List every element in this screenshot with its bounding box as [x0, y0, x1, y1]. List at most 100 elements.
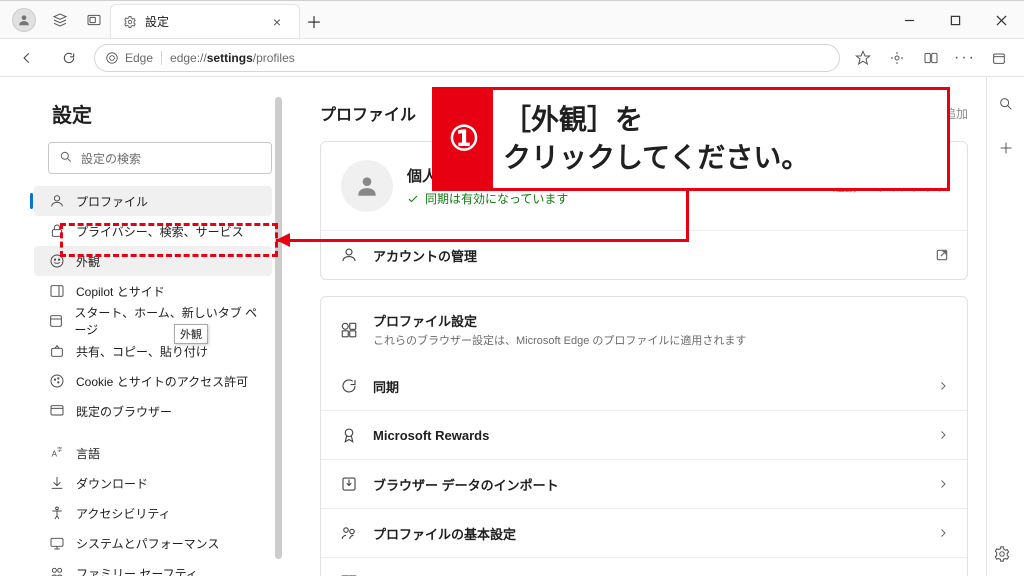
accessibility-icon	[48, 504, 66, 522]
lock-icon	[48, 222, 66, 240]
settings-row-import[interactable]: ブラウザー データのインポート	[321, 459, 967, 508]
family-icon	[48, 564, 66, 576]
sidebar-settings-gear[interactable]	[993, 545, 1011, 566]
minimize-button[interactable]	[886, 1, 932, 39]
home-icon	[48, 312, 64, 330]
settings-title: 設定	[52, 99, 272, 128]
sidebar-item-system[interactable]: システムとパフォーマンス	[34, 528, 272, 558]
refresh-button[interactable]	[52, 44, 86, 72]
rewards-icon	[339, 425, 359, 445]
sidebar-item-label: 外観	[76, 253, 100, 270]
annotation-connector-vertical	[686, 191, 689, 242]
sidebar-item-lock[interactable]: プライバシー、検索、サービス	[34, 216, 272, 246]
annotation-connector-horizontal	[276, 239, 688, 242]
profile-icon	[48, 192, 66, 210]
chevron-right-icon	[937, 478, 949, 490]
site-identity[interactable]: Edge	[105, 51, 162, 65]
download-icon	[48, 474, 66, 492]
sidebar-item-accessibility[interactable]: アクセシビリティ	[34, 498, 272, 528]
profile-avatar-button[interactable]	[12, 8, 36, 32]
sidebar-icon	[48, 282, 66, 300]
site-identity-label: Edge	[125, 51, 153, 65]
chevron-right-icon	[937, 429, 949, 441]
workspaces-icon[interactable]	[50, 10, 70, 30]
sidebar-item-label: ファミリー セーフティ	[76, 565, 198, 576]
sidebar-item-label: プライバシー、検索、サービス	[76, 223, 244, 240]
sidebar-item-label: システムとパフォーマンス	[76, 535, 219, 552]
sidebar-item-label: ダウンロード	[76, 475, 148, 492]
close-window-button[interactable]	[978, 1, 1024, 39]
sidebar-item-download[interactable]: ダウンロード	[34, 468, 272, 498]
sidebar-add-icon[interactable]	[993, 135, 1019, 161]
search-icon	[59, 150, 73, 167]
close-tab-button[interactable]: ×	[267, 12, 287, 32]
collections-button[interactable]	[984, 44, 1014, 72]
tab-label: 設定	[145, 13, 259, 30]
search-placeholder: 設定の検索	[81, 150, 141, 167]
account-manage-row[interactable]: アカウントの管理	[321, 230, 967, 279]
sync-icon	[339, 376, 359, 396]
settings-search[interactable]: 設定の検索	[48, 142, 272, 174]
sidebar: 設定 設定の検索 プロファイルプライバシー、検索、サービス外観Copilot と…	[0, 77, 280, 576]
sidebar-item-profile[interactable]: プロファイル	[34, 186, 272, 216]
url-text: edge://settings/profiles	[170, 51, 295, 65]
external-link-icon	[935, 248, 949, 262]
profile-large-avatar	[341, 160, 393, 212]
system-icon	[48, 534, 66, 552]
settings-row-rewards[interactable]: Microsoft Rewards	[321, 410, 967, 459]
split-screen-button[interactable]	[916, 44, 946, 72]
sidebar-item-browser[interactable]: 既定のブラウザー	[34, 396, 272, 426]
cookie-icon	[48, 372, 66, 390]
settings-row-sync[interactable]: 同期	[321, 362, 967, 410]
sidebar-item-label: 言語	[76, 445, 100, 462]
sidebar-item-sidebar[interactable]: Copilot とサイド	[34, 276, 272, 306]
extensions-button[interactable]	[882, 44, 912, 72]
sidebar-item-family[interactable]: ファミリー セーフティ	[34, 558, 272, 576]
sidebar-item-cookie[interactable]: Cookie とサイトのアクセス許可	[34, 366, 272, 396]
browser-tab-settings[interactable]: 設定 ×	[110, 4, 300, 38]
side-strip	[986, 77, 1024, 576]
page-title: プロファイル	[320, 101, 416, 125]
profile-settings-icon	[339, 320, 359, 340]
url-field[interactable]: Edge edge://settings/profiles	[94, 44, 840, 72]
profile-settings-header: プロファイル設定 これらのブラウザー設定は、Microsoft Edge のプロ…	[321, 297, 967, 362]
sidebar-item-label: Copilot とサイド	[76, 283, 165, 300]
gear-icon	[123, 15, 137, 29]
sidebar-item-share[interactable]: 共有、コピー、貼り付け	[34, 336, 272, 366]
sidebar-search-icon[interactable]	[993, 91, 1019, 117]
tab-actions-icon[interactable]	[84, 10, 104, 30]
sidebar-item-home[interactable]: スタート、ホーム、新しいタブ ページ	[34, 306, 272, 336]
sidebar-item-label: スタート、ホーム、新しいタブ ページ	[74, 304, 262, 338]
sidebar-item-label: アクセシビリティ	[76, 505, 171, 522]
back-button[interactable]	[10, 44, 44, 72]
tooltip: 外観	[174, 324, 208, 344]
sidebar-item-appearance[interactable]: 外観	[34, 246, 272, 276]
language-icon: A字	[48, 444, 66, 462]
sidebar-item-label: 共有、コピー、貼り付け	[76, 343, 208, 360]
annotation-callout: ① ［外観］をクリックしてください。	[432, 87, 950, 191]
svg-text:字: 字	[57, 446, 62, 454]
share-icon	[48, 342, 66, 360]
title-bar: 設定 × ＋	[0, 1, 1024, 39]
import-icon	[339, 474, 359, 494]
sidebar-item-language[interactable]: A字言語	[34, 438, 272, 468]
account-icon	[339, 245, 359, 265]
windows-icon	[339, 572, 359, 576]
settings-row-windows[interactable]: 閲覧データを他の Windows 機能と共有する	[321, 557, 967, 576]
maximize-button[interactable]	[932, 1, 978, 39]
chevron-right-icon	[937, 380, 949, 392]
annotation-step-badge: ①	[435, 90, 493, 188]
annotation-text: ［外観］をクリックしてください。	[493, 90, 947, 188]
sidebar-item-label: プロファイル	[76, 193, 148, 210]
new-tab-button[interactable]: ＋	[300, 4, 328, 38]
address-bar: Edge edge://settings/profiles ···	[0, 39, 1024, 77]
favorite-button[interactable]	[848, 44, 878, 72]
chevron-right-icon	[937, 527, 949, 539]
settings-row-basic[interactable]: プロファイルの基本設定	[321, 508, 967, 557]
annotation-arrow-icon	[276, 233, 290, 247]
more-button[interactable]: ···	[950, 44, 980, 72]
profile-settings-section: プロファイル設定 これらのブラウザー設定は、Microsoft Edge のプロ…	[320, 296, 968, 576]
sync-status: 同期は有効になっています	[407, 190, 568, 207]
basic-icon	[339, 523, 359, 543]
sidebar-item-label: Cookie とサイトのアクセス許可	[76, 373, 248, 390]
